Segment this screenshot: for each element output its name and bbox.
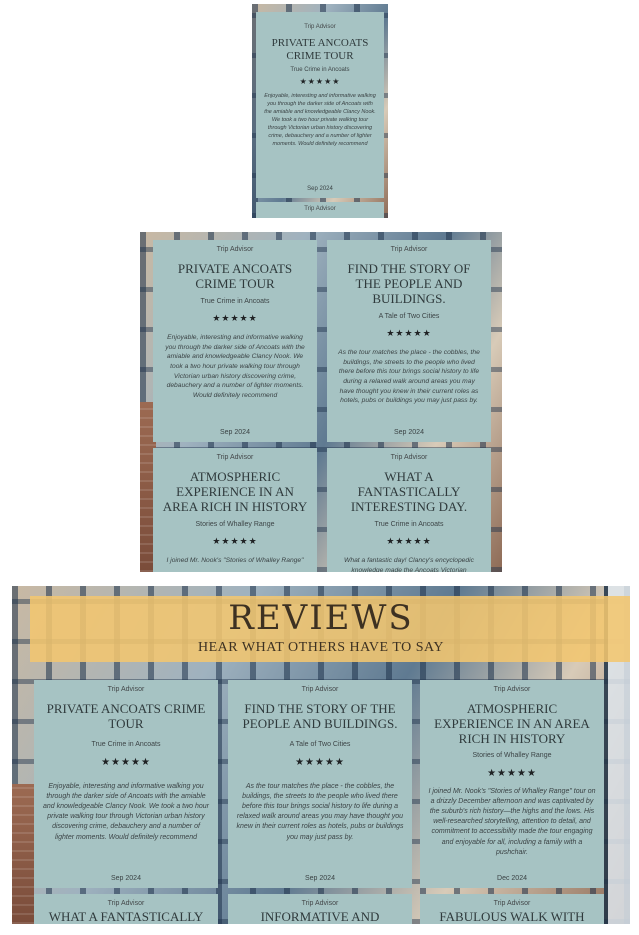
review-card: Trip Advisor Fabulous walk with [420,894,604,924]
review-title: Informative and [260,909,380,924]
star-rating: ★★★★★ [295,756,345,768]
star-rating: ★★★★★ [212,312,258,323]
review-tour-name: True Crime in Ancoats [290,67,350,74]
review-date: Sep 2024 [305,875,335,882]
review-source: Trip Advisor [390,454,428,461]
review-source: Trip Advisor [216,454,254,461]
review-title: Find the story of the people and buildin… [242,701,398,731]
review-title: Atmospheric experience in an area rich i… [434,701,590,746]
review-card: Trip Advisor Private Ancoats Crime Tour … [256,12,384,198]
review-source: Trip Advisor [493,900,531,907]
review-source: Trip Advisor [390,246,428,253]
review-card: Trip Advisor Private Ancoats Crime Tour … [34,680,218,888]
review-card: Trip Advisor Find the story of the peopl… [228,680,412,888]
review-source: Trip Advisor [216,246,254,253]
review-source: Trip Advisor [107,686,145,693]
review-title: Private Ancoats Crime Tour [177,261,293,291]
review-source: Trip Advisor [107,900,145,907]
reviews-subheading: HEAR WHAT OTHERS HAVE TO SAY [198,640,444,655]
review-tour-name: True Crime in Ancoats [200,297,270,305]
review-source: Trip Advisor [304,206,336,212]
review-date: Sep 2024 [307,186,333,192]
brick-wall [12,784,34,924]
review-text: Enjoyable, interesting and informative w… [42,782,210,841]
review-title: Fabulous walk with [439,909,585,924]
review-card: Trip Advisor Informative and [228,894,412,924]
review-card: Trip Advisor What a fantastically intere… [327,448,491,572]
star-rating: ★★★★★ [487,767,537,779]
review-text: I joined Mr. Nook's "Stories of Whalley … [428,787,596,856]
review-text: What a fantastic day! Clancy's encyclope… [344,556,474,572]
review-source: Trip Advisor [301,900,339,907]
star-rating: ★★★★★ [212,535,258,546]
review-text: I joined Mr. Nook's "Stories of Whalley … [166,556,304,564]
mobile-review-section: Trip Advisor Private Ancoats Crime Tour … [252,4,388,218]
review-title: What a fantastically interesting day. [350,469,468,514]
review-card: Trip Advisor Private Ancoats Crime Tour … [153,240,317,442]
review-date: Sep 2024 [394,429,424,436]
review-card: Trip Advisor Find the story of the peopl… [327,240,491,442]
desktop-review-section: REVIEWS HEAR WHAT OTHERS HAVE TO SAY Tri… [12,586,630,924]
review-card: Trip Advisor What a fantastically [34,894,218,924]
review-tour-name: A Tale of Two Cities [378,312,440,320]
review-text: As the tour matches the place - the cobb… [236,782,404,841]
star-rating: ★★★★★ [101,756,151,768]
review-tour-name: Stories of Whalley Range [472,751,552,759]
review-tour-name: True Crime in Ancoats [91,740,161,748]
review-card: Trip Advisor Atmospheric experience in a… [420,680,604,888]
review-tour-name: Stories of Whalley Range [195,520,275,528]
review-date: Sep 2024 [220,429,250,436]
review-title: Find the story of the people and buildin… [347,261,471,306]
review-source: Trip Advisor [301,686,339,693]
review-text: As the tour matches the place - the cobb… [338,348,480,405]
review-title: Atmospheric experience in an area rich i… [162,469,308,514]
review-source: Trip Advisor [493,686,531,693]
review-title: What a fantastically [48,909,204,924]
review-title: Private Ancoats Crime Tour [271,37,369,62]
star-rating: ★★★★★ [386,535,432,546]
review-card: Trip Advisor [256,202,384,218]
review-card: Trip Advisor Atmospheric experience in a… [153,448,317,572]
review-source: Trip Advisor [304,24,336,30]
star-rating: ★★★★★ [386,327,432,338]
review-tour-name: True Crime in Ancoats [374,520,444,528]
review-date: Dec 2024 [497,875,527,882]
review-date: Sep 2024 [111,875,141,882]
review-text: Enjoyable, interesting and informative w… [165,333,305,400]
star-rating: ★★★★★ [299,77,341,87]
reviews-heading: REVIEWS [228,598,414,638]
review-tour-name: A Tale of Two Cities [289,740,351,748]
review-text: Enjoyable, interesting and informative w… [264,93,376,148]
tablet-review-section: Trip Advisor Private Ancoats Crime Tour … [140,232,502,572]
review-title: Private Ancoats Crime Tour [46,701,206,731]
